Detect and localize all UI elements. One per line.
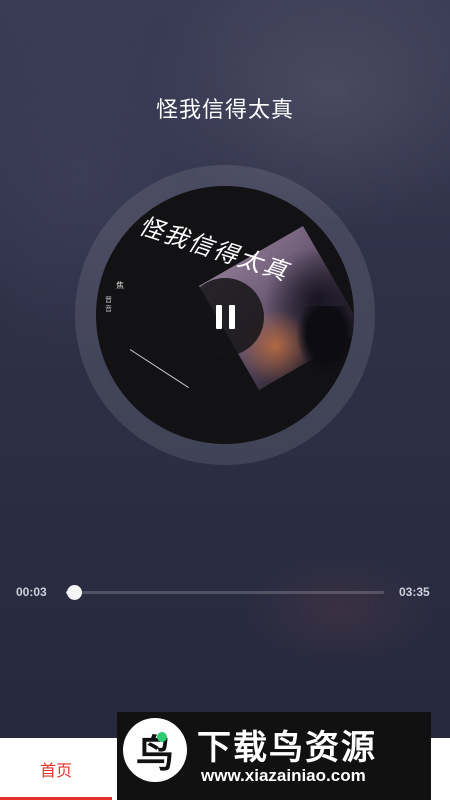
album-cover-artist: 焦 [116,281,124,290]
watermark-logo-icon: 鸟 [123,718,187,782]
watermark-overlay: 鸟 下载鸟资源 www.xiazainiao.com [117,712,431,800]
album-cover-handwritten-title: 怪我信得太真 [135,211,293,287]
play-pause-button[interactable] [186,278,264,356]
watermark-title: 下载鸟资源 [197,729,377,767]
song-title: 怪我信得太真 [155,97,294,122]
album-cover-line [129,349,189,389]
pause-icon [215,305,235,329]
current-time: 00:03 [16,585,47,599]
tab-home-label: 首页 [39,763,72,780]
album-cover-tree-silhouette [296,306,354,376]
watermark-url: www.xiazainiao.com [201,766,366,785]
tab-home[interactable]: 首页 [0,738,112,800]
watermark-logo-dot [157,732,167,742]
album-cover-subtitle: 晋音 [105,297,112,313]
progress-track[interactable] [66,585,384,600]
total-time: 03:35 [399,585,430,599]
